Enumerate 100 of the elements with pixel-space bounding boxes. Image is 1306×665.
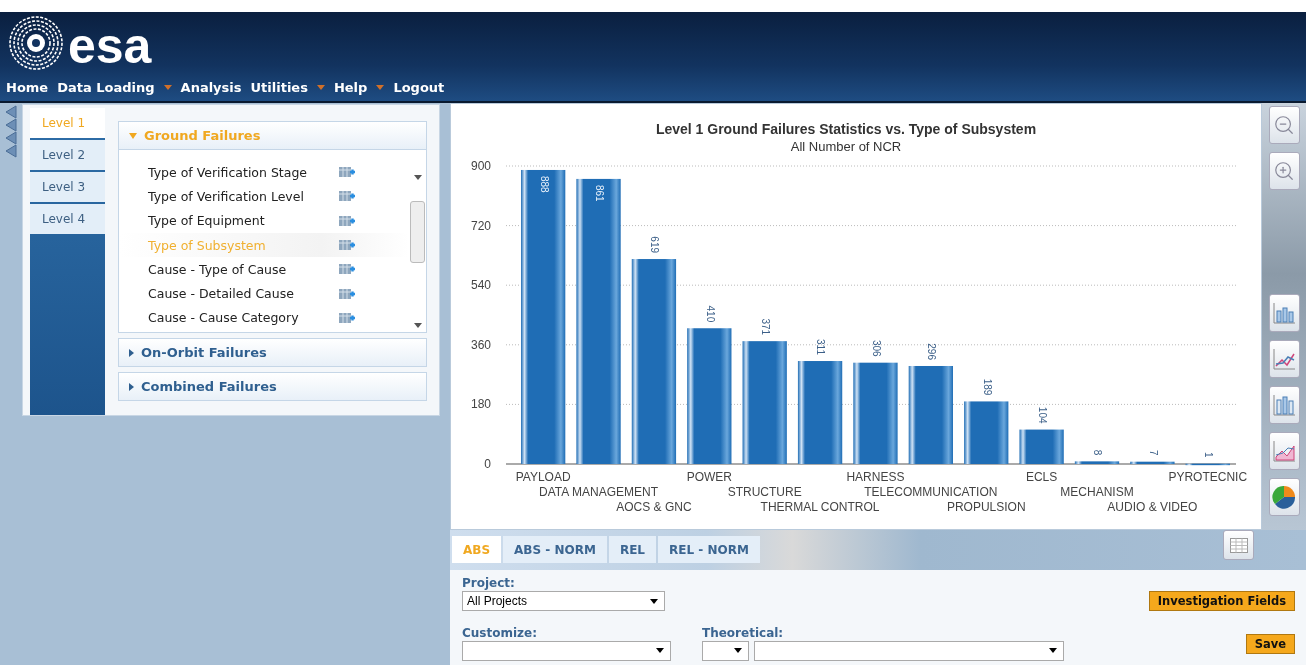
dropdown-caret-icon — [650, 598, 658, 604]
save-button[interactable]: Save — [1245, 633, 1295, 654]
list-item-label: Type of Equipment — [148, 213, 265, 229]
zoom-out-button[interactable] — [1268, 106, 1300, 144]
x-category-label: HARNESS — [846, 470, 905, 484]
field-label: Customize: — [462, 625, 538, 640]
x-category-label: AUDIO & VIDEO — [1107, 500, 1198, 514]
bar-value-label: 189 — [981, 378, 993, 396]
bar-chart-icon — [1272, 302, 1296, 324]
field-label: Theoretical: — [702, 625, 785, 640]
logo-swirl-icon — [6, 14, 66, 72]
view-tab[interactable]: REL - NORM — [658, 536, 760, 563]
bar-value-label: 104 — [1036, 406, 1048, 424]
menu-item[interactable]: Home — [6, 79, 49, 95]
chart-title: Level 1 Ground Failures Statistics vs. Type of Subsystem — [655, 121, 1037, 137]
table-add-icon — [339, 310, 355, 325]
level-tab[interactable]: Level 2 — [30, 140, 105, 170]
bar-value-label: 888 — [538, 175, 550, 193]
level-tab[interactable]: Level 4 — [30, 204, 105, 234]
pie-chart-icon — [1271, 484, 1297, 510]
dropdown-caret-icon — [734, 648, 742, 653]
x-category-label: POWER — [686, 470, 732, 484]
level-tab[interactable]: Level 3 — [30, 172, 105, 202]
menu-item[interactable]: Help — [333, 79, 385, 95]
bar-value-label: 861 — [593, 184, 605, 202]
table-add-icon — [339, 213, 355, 228]
list-item-label: Cause - Type of Cause — [148, 261, 287, 277]
bar — [964, 401, 1009, 464]
accordion-title: Combined Failures — [141, 379, 277, 394]
investigation-fields-button[interactable]: Investigation Fields — [1148, 591, 1295, 611]
x-category-label: AOCS & GNC — [616, 500, 692, 514]
menu-item[interactable]: Utilities — [250, 79, 325, 95]
y-tick-label: 0 — [484, 457, 491, 471]
list-item[interactable]: Cause - Detailed Cause — [119, 281, 409, 306]
pie-chart-button[interactable] — [1268, 478, 1300, 516]
menu-item[interactable]: Analysis — [180, 79, 242, 95]
list-item[interactable]: Type of Verification Level — [119, 184, 409, 209]
zoom-in-button[interactable] — [1268, 152, 1300, 190]
bar-value-label: 8 — [1092, 449, 1104, 456]
accordion-title: Ground Failures — [144, 128, 261, 143]
project-select[interactable]: All Projects — [462, 591, 665, 611]
bar-value-label: 7 — [1147, 450, 1159, 456]
bar-value-label: 296 — [926, 343, 938, 360]
view-tab[interactable]: ABS - NORM — [503, 536, 607, 563]
list-item-label: Type of Verification Stage — [148, 164, 308, 180]
x-category-label: DATA MANAGEMENT — [539, 485, 658, 499]
table-add-icon — [339, 286, 355, 301]
theoretical-type-select[interactable] — [702, 640, 749, 661]
accordion-header[interactable]: On-Orbit Failures — [118, 338, 427, 367]
menu-item[interactable]: Logout — [393, 79, 445, 95]
collapsed-triangle-icon — [129, 382, 134, 391]
list-item[interactable]: Type of Verification Stage — [119, 160, 409, 185]
x-category-label: PYROTECNIC — [1168, 470, 1248, 484]
table-add-icon — [339, 238, 355, 253]
x-category-label: MECHANISM — [1060, 485, 1134, 499]
bar-value-label: 410 — [704, 305, 716, 323]
list-item-label: Type of Subsystem — [148, 237, 266, 253]
dropdown-caret-icon — [656, 648, 664, 653]
accordion-header[interactable]: Combined Failures — [118, 372, 427, 401]
list-item-label: Cause - Detailed Cause — [148, 286, 294, 302]
table-add-icon — [339, 165, 355, 180]
list-item[interactable]: Type of Equipment — [119, 208, 409, 233]
y-tick-label: 900 — [470, 159, 491, 173]
stacked-bar-chart-button[interactable] — [1268, 386, 1300, 424]
scroll-down-icon — [413, 323, 422, 328]
list-item-label: Cause - Cause Category — [148, 310, 299, 326]
table-add-icon — [339, 262, 355, 277]
table-view-button[interactable] — [1223, 530, 1254, 560]
x-category-label: TELECOMMUNICATION — [864, 485, 998, 499]
field-label: Project: — [462, 576, 516, 590]
bar — [1185, 463, 1230, 466]
scroll-up-icon — [413, 175, 422, 180]
customize-select[interactable] — [462, 640, 671, 661]
scrollbar-thumb[interactable] — [410, 200, 425, 263]
dropdown-caret-icon — [376, 84, 385, 90]
menu-item[interactable]: Data Loading — [57, 79, 172, 95]
y-tick-label: 360 — [470, 337, 491, 352]
list-item-label: Type of Verification Level — [148, 188, 304, 204]
view-tab[interactable]: REL — [608, 536, 656, 563]
zoom-out-icon — [1273, 114, 1295, 136]
bar-value-label: 619 — [649, 236, 661, 254]
bar — [1019, 429, 1064, 464]
bar-chart-button[interactable] — [1268, 294, 1300, 332]
area-chart-button[interactable] — [1268, 432, 1300, 470]
bar — [1130, 461, 1175, 464]
collapse-arrows-icon[interactable] — [4, 105, 18, 159]
y-tick-label: 720 — [470, 218, 491, 233]
accordion-title: On-Orbit Failures — [141, 345, 267, 360]
x-category-label: STRUCTURE — [727, 485, 802, 499]
table-icon — [1229, 537, 1248, 553]
theoretical-select[interactable] — [754, 640, 1064, 661]
zoom-in-icon — [1273, 160, 1295, 182]
y-tick-label: 540 — [470, 278, 491, 293]
bar-value-label: 371 — [760, 318, 772, 336]
x-category-label: PAYLOAD — [515, 470, 571, 484]
list-item[interactable]: Cause - Type of Cause — [119, 257, 409, 282]
line-chart-button[interactable] — [1268, 340, 1300, 378]
bar-value-label: 306 — [870, 340, 882, 357]
y-tick-label: 180 — [470, 397, 491, 412]
list-item[interactable]: Cause - Cause Category — [119, 305, 409, 331]
